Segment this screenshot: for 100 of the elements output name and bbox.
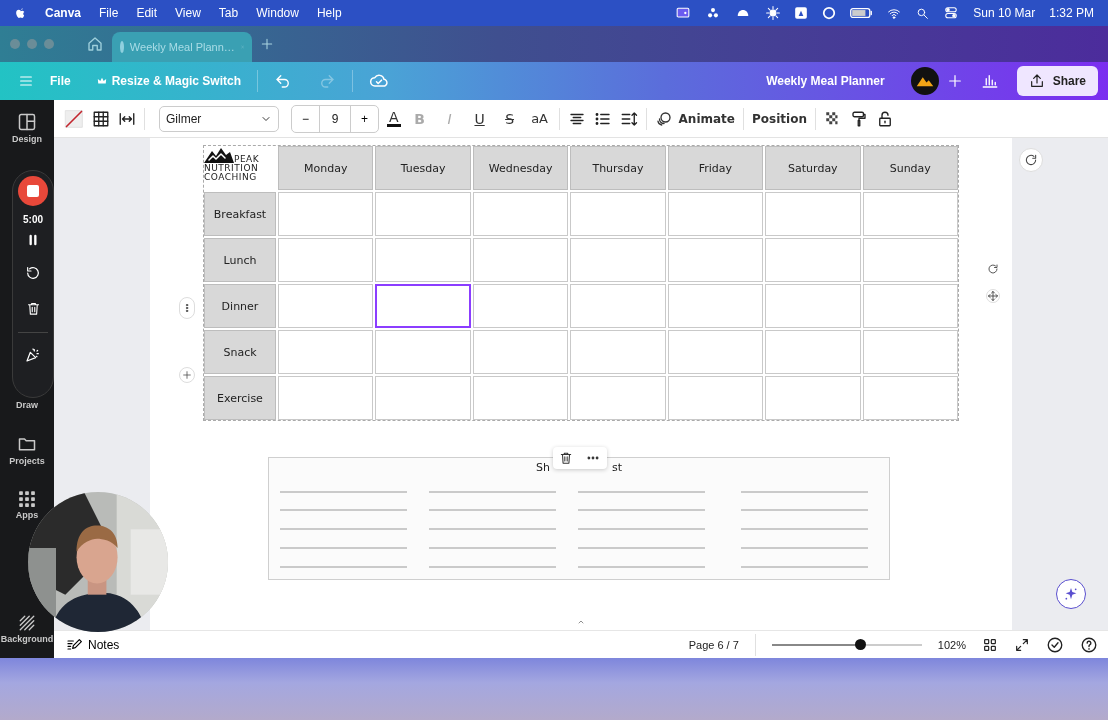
zoom-level[interactable]: 102% bbox=[937, 638, 966, 651]
sidebar-item[interactable]: Apps bbox=[15, 490, 39, 520]
table-cell[interactable] bbox=[765, 330, 861, 374]
plus-icon[interactable] bbox=[946, 73, 963, 89]
table-cell[interactable] bbox=[375, 284, 471, 328]
line-spacing-icon[interactable] bbox=[619, 109, 638, 128]
table-cell[interactable] bbox=[765, 238, 861, 282]
increase-size-button[interactable]: + bbox=[351, 105, 378, 132]
fullscreen-icon[interactable] bbox=[1014, 636, 1030, 653]
decrease-size-button[interactable]: − bbox=[292, 105, 319, 132]
sidebar-item[interactable]: Projects bbox=[9, 434, 45, 466]
table-cell[interactable] bbox=[667, 330, 764, 374]
animate-button[interactable]: Animate bbox=[654, 109, 735, 128]
layout-icon bbox=[17, 112, 37, 132]
table-cell[interactable] bbox=[375, 192, 471, 236]
close-window-button[interactable] bbox=[10, 39, 20, 49]
table-cell[interactable] bbox=[667, 284, 764, 328]
table-cell[interactable] bbox=[570, 330, 666, 374]
menu-item[interactable]: Window bbox=[256, 6, 299, 20]
table-cell[interactable] bbox=[765, 192, 861, 236]
table-cell[interactable] bbox=[375, 238, 471, 282]
table-cell[interactable] bbox=[278, 192, 374, 236]
sidebar-item[interactable]: Background bbox=[0, 614, 54, 644]
table-cell[interactable] bbox=[375, 376, 471, 420]
wifi-icon[interactable] bbox=[886, 6, 903, 20]
table-cell[interactable] bbox=[667, 192, 764, 236]
sidebar-item[interactable]: Draw bbox=[16, 400, 38, 410]
grid-view-icon[interactable] bbox=[982, 636, 998, 653]
plus-icon[interactable] bbox=[260, 37, 274, 51]
refresh-button[interactable] bbox=[1019, 148, 1043, 172]
avatar[interactable] bbox=[910, 67, 939, 95]
menu-item[interactable]: Tab bbox=[218, 6, 239, 20]
menu-icon[interactable] bbox=[18, 73, 34, 89]
table-cell[interactable] bbox=[667, 238, 764, 282]
table-cell[interactable] bbox=[472, 376, 569, 420]
dots-icon[interactable] bbox=[706, 6, 721, 20]
delete-button[interactable] bbox=[559, 451, 573, 465]
sidebar-item[interactable]: Design bbox=[12, 112, 42, 144]
position-button[interactable]: Position bbox=[752, 111, 807, 126]
table-cell[interactable] bbox=[765, 284, 861, 328]
row-options-button[interactable] bbox=[179, 297, 195, 319]
delete-recording-button[interactable] bbox=[25, 301, 41, 316]
design-title[interactable]: Weekly Meal Planner bbox=[766, 74, 885, 88]
table-cell[interactable] bbox=[278, 284, 374, 328]
move-button[interactable] bbox=[986, 289, 1000, 303]
table-cell[interactable] bbox=[570, 192, 666, 236]
drive-icon[interactable] bbox=[794, 6, 809, 20]
text-color-button[interactable]: A bbox=[387, 110, 401, 127]
table-cell[interactable] bbox=[862, 376, 958, 420]
battery-icon[interactable] bbox=[850, 7, 873, 19]
table-cell[interactable] bbox=[375, 330, 471, 374]
table-cell[interactable] bbox=[570, 284, 666, 328]
table-cell[interactable] bbox=[667, 376, 764, 420]
share-button[interactable]: Share bbox=[1016, 66, 1098, 96]
table-cell[interactable] bbox=[862, 238, 958, 282]
menu-item[interactable]: Help bbox=[316, 6, 342, 20]
table-cell[interactable] bbox=[278, 330, 374, 374]
notes-button[interactable]: Notes bbox=[66, 636, 120, 653]
table-grid-icon[interactable] bbox=[92, 109, 110, 128]
table-cell[interactable] bbox=[570, 238, 666, 282]
text-format-button[interactable]: aA bbox=[528, 111, 551, 126]
text-format-button[interactable]: U bbox=[468, 110, 491, 127]
day-header: Sunday bbox=[862, 146, 958, 190]
font-size-field[interactable]: 9 bbox=[319, 105, 351, 132]
menu-item[interactable]: Edit bbox=[136, 6, 158, 20]
menu-item[interactable]: File bbox=[99, 6, 119, 20]
help-icon[interactable] bbox=[1080, 635, 1098, 654]
menu-item[interactable]: View bbox=[175, 6, 201, 20]
table-cell[interactable] bbox=[570, 376, 666, 420]
sun-icon[interactable] bbox=[766, 6, 781, 20]
minimize-window-button[interactable] bbox=[27, 39, 37, 49]
search-icon[interactable] bbox=[916, 6, 930, 20]
add-row-button[interactable] bbox=[179, 367, 195, 383]
text-format-button[interactable]: S bbox=[498, 110, 521, 127]
table-cell[interactable] bbox=[765, 376, 861, 420]
table-cell[interactable] bbox=[472, 238, 569, 282]
circle-icon[interactable] bbox=[822, 6, 837, 20]
restart-button[interactable] bbox=[25, 265, 41, 281]
effects-button[interactable] bbox=[25, 347, 41, 363]
table-cell[interactable] bbox=[472, 330, 569, 374]
shopping-list-card[interactable]: Sh st bbox=[268, 457, 890, 580]
magic-button[interactable] bbox=[1056, 579, 1086, 609]
table-cell[interactable] bbox=[862, 330, 958, 374]
table-cell[interactable] bbox=[278, 238, 374, 282]
app-menu[interactable]: Canva bbox=[45, 6, 82, 20]
paint-roller-icon[interactable] bbox=[849, 109, 868, 128]
table-cell[interactable] bbox=[472, 192, 569, 236]
stop-recording-button[interactable] bbox=[18, 176, 48, 206]
zoom-window-button[interactable] bbox=[44, 39, 54, 49]
table-cell[interactable] bbox=[278, 376, 374, 420]
apple-icon[interactable] bbox=[14, 6, 27, 20]
table-cell[interactable] bbox=[862, 192, 958, 236]
table-cell[interactable] bbox=[472, 284, 569, 328]
check-circle-icon[interactable] bbox=[1046, 635, 1064, 654]
home-icon[interactable] bbox=[86, 35, 104, 53]
font-dropdown[interactable]: Gilmer bbox=[159, 105, 279, 132]
table-cell[interactable] bbox=[862, 284, 958, 328]
meal-planner-table[interactable]: PEAK NUTRITION COACHING Monday Tuesday Wednesday Thursday Friday Saturday Sunday Breakfast Lunch Dinner Snack Exercise bbox=[204, 146, 958, 420]
no-color-swatch-icon[interactable] bbox=[64, 108, 84, 129]
control-center-icon[interactable] bbox=[943, 6, 960, 20]
